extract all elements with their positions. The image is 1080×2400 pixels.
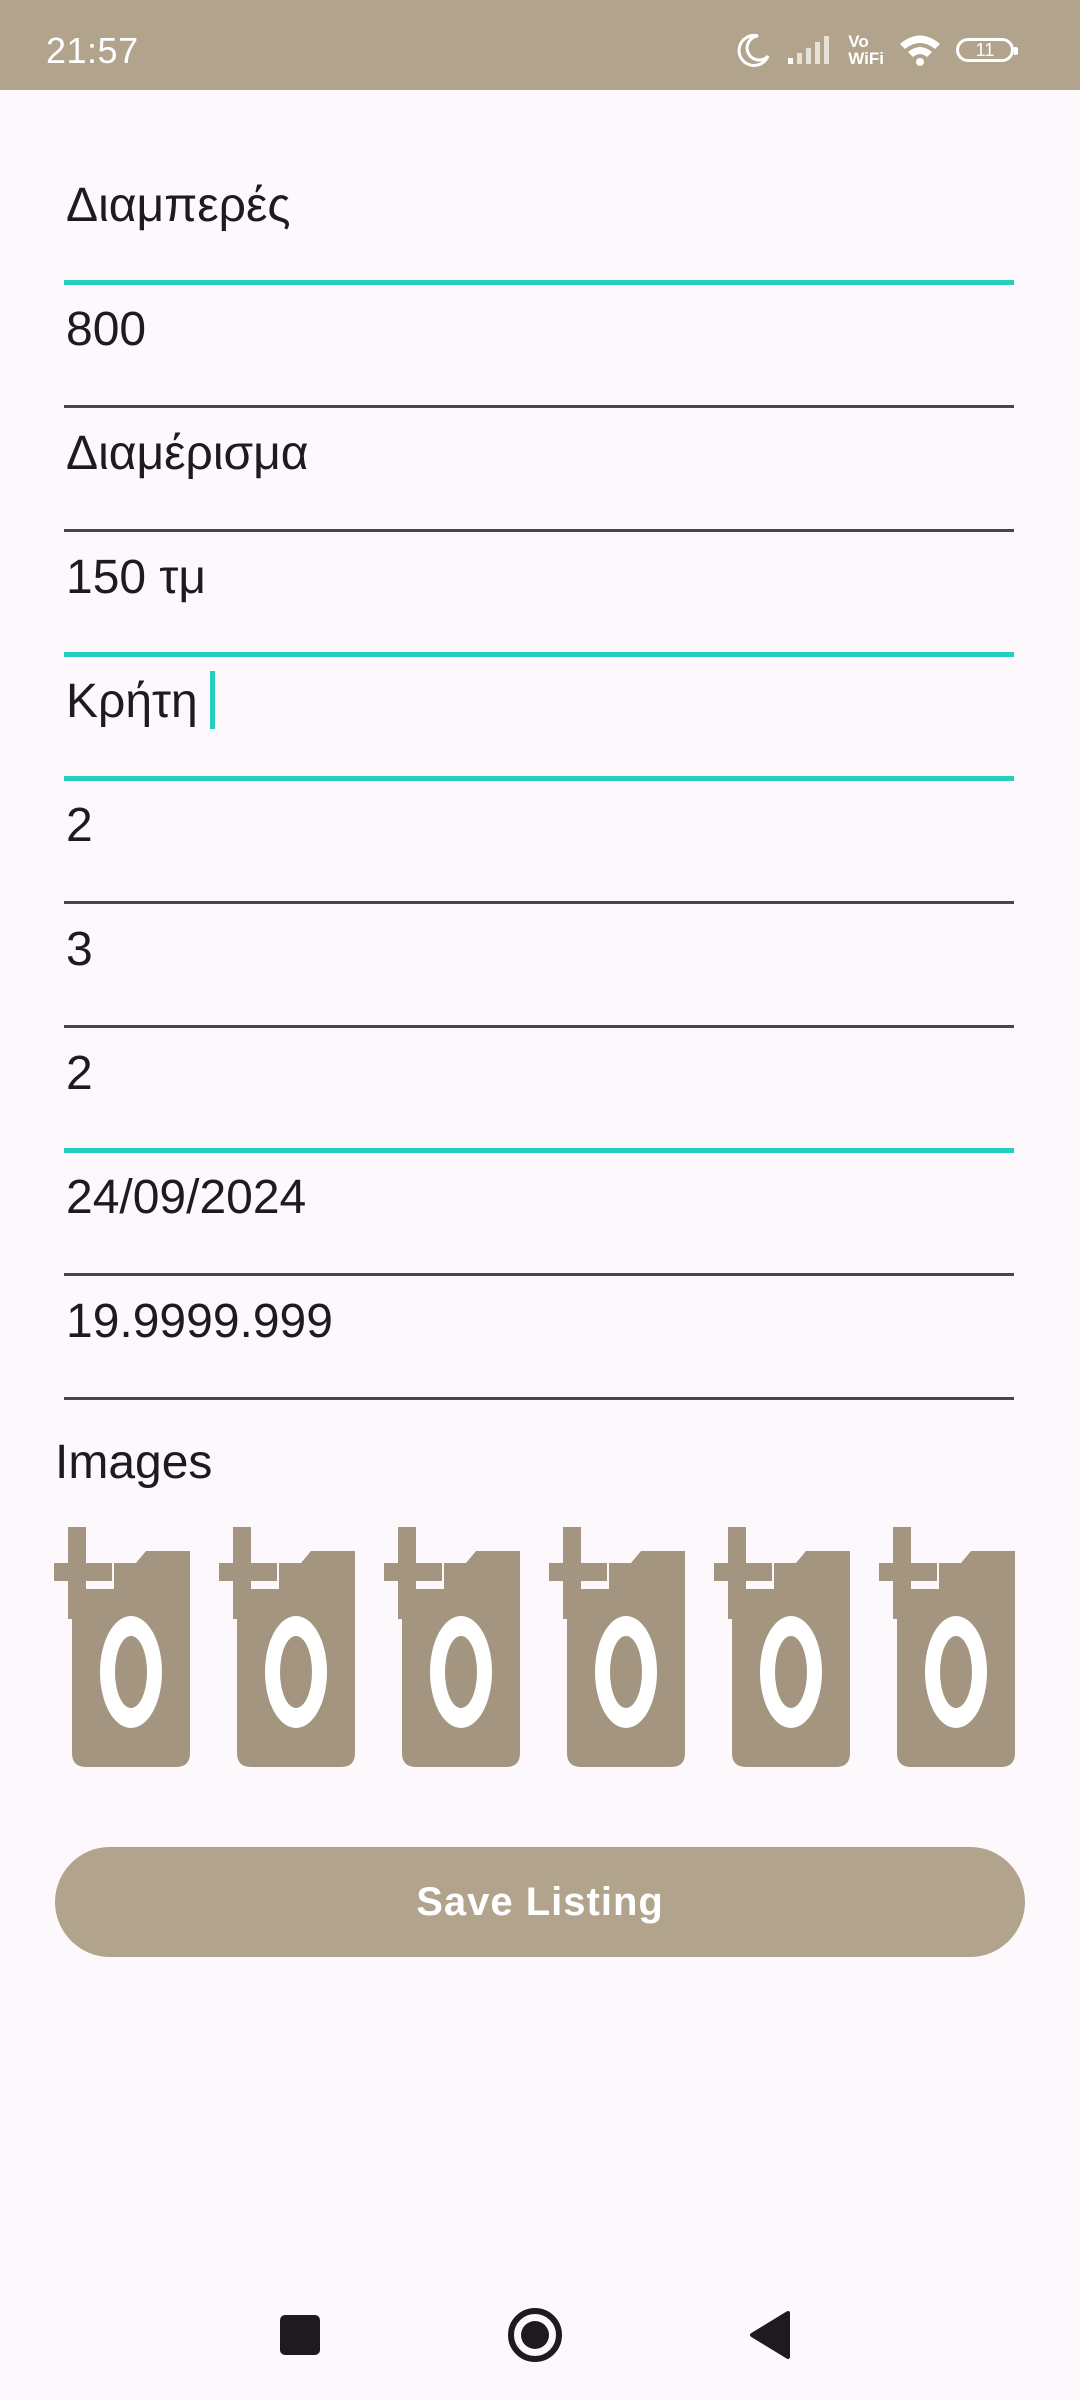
images-row (54, 1527, 1017, 1769)
home-icon[interactable] (495, 2270, 575, 2400)
field-bathrooms[interactable]: 2 (64, 1028, 1014, 1153)
text-cursor (209, 671, 215, 730)
battery-icon: 11 (956, 38, 1018, 62)
field-description[interactable]: Διαμπερές (64, 160, 1014, 285)
back-icon[interactable] (730, 2270, 810, 2400)
field-type[interactable]: Διαμέρισμα (64, 408, 1014, 532)
field-floor[interactable]: 3 (64, 904, 1014, 1028)
field-location-wrap: Κρήτη (66, 671, 215, 733)
field-date[interactable]: 24/09/2024 (64, 1152, 1014, 1276)
field-size-value: 150 τμ (66, 551, 207, 604)
field-size[interactable]: 150 τμ (64, 532, 1014, 657)
field-price-value: 800 (66, 303, 147, 356)
add-photo-icon[interactable] (714, 1527, 852, 1769)
field-bathrooms-value: 2 (66, 1047, 93, 1100)
field-rooms[interactable]: 2 (64, 780, 1014, 904)
listing-form: Διαμπερές 800 Διαμέρισμα 150 τμ Κρήτη 2 … (64, 160, 1014, 1400)
add-photo-icon[interactable] (879, 1527, 1017, 1769)
vowifi-line1: Vo (848, 32, 869, 51)
field-floor-value: 3 (66, 923, 93, 976)
wifi-icon (900, 35, 940, 66)
images-label: Images (55, 1436, 213, 1489)
add-photo-icon[interactable] (384, 1527, 522, 1769)
status-icons: Vo WiFi 11 (736, 30, 1018, 70)
field-location-value: Κρήτη (66, 675, 198, 728)
field-description-value: Διαμπερές (66, 179, 291, 232)
field-coordinates[interactable]: 19.9999.999 (64, 1276, 1014, 1400)
recents-icon[interactable] (260, 2270, 340, 2400)
field-coordinates-value: 19.9999.999 (66, 1295, 333, 1348)
add-photo-icon[interactable] (54, 1527, 192, 1769)
field-type-value: Διαμέρισμα (66, 427, 309, 480)
add-photo-icon[interactable] (219, 1527, 357, 1769)
signal-icon (788, 36, 830, 64)
field-rooms-value: 2 (66, 799, 93, 852)
navigation-bar (0, 2270, 1080, 2400)
status-time: 21:57 (46, 30, 139, 71)
vowifi-line2: WiFi (848, 49, 884, 68)
vowifi-indicator: Vo WiFi (848, 33, 884, 67)
save-listing-button[interactable]: Save Listing (55, 1847, 1025, 1957)
battery-level: 11 (975, 40, 995, 60)
add-photo-icon[interactable] (549, 1527, 687, 1769)
field-price[interactable]: 800 (64, 284, 1014, 408)
status-bar: 21:57 Vo WiFi 11 (0, 0, 1080, 90)
field-location[interactable]: Κρήτη (64, 656, 1014, 781)
moon-icon (737, 33, 770, 67)
field-date-value: 24/09/2024 (66, 1171, 307, 1224)
field-underline (64, 1397, 1014, 1400)
